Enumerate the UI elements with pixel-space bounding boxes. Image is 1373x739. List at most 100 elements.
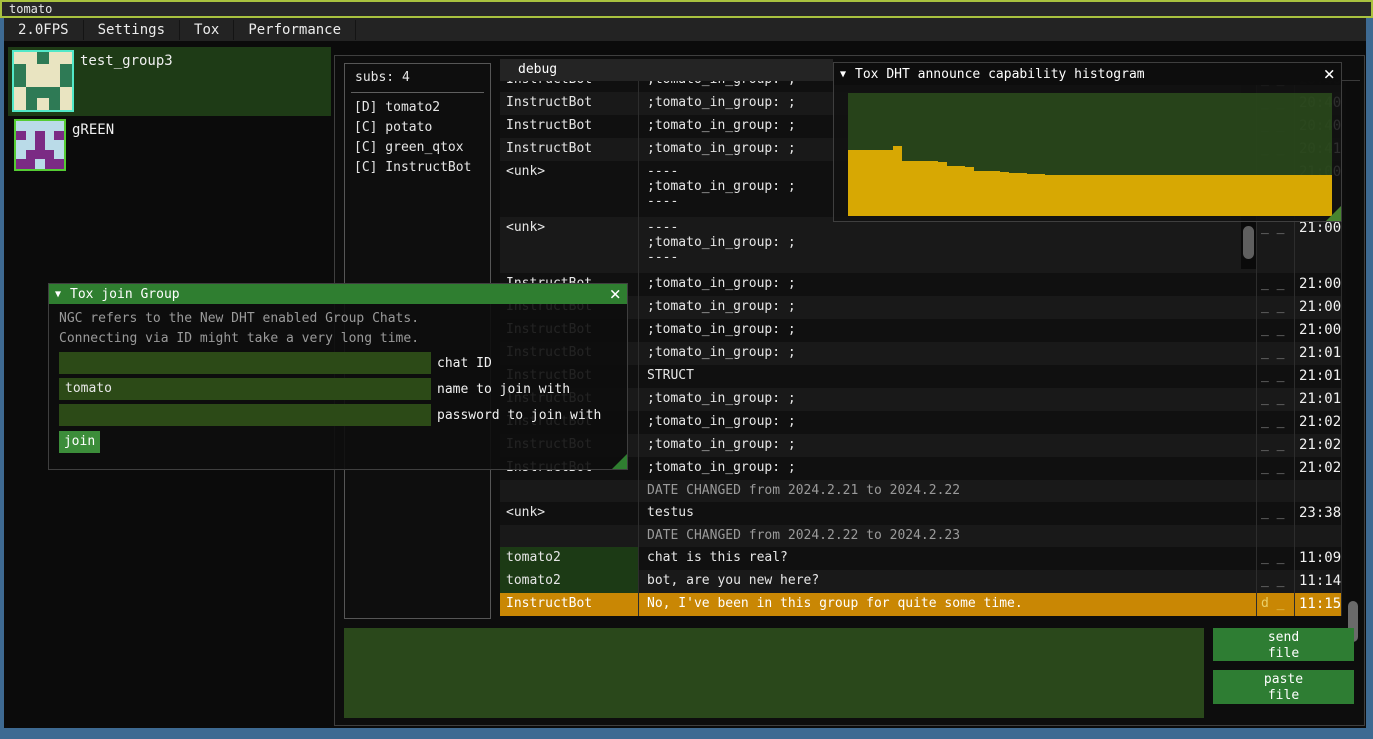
avatar-pixel bbox=[49, 98, 61, 110]
histogram-bar bbox=[848, 150, 857, 216]
avatar-pixel bbox=[35, 131, 45, 141]
histogram-bar bbox=[857, 150, 866, 216]
avatar-pixel bbox=[26, 64, 38, 76]
menu-settings[interactable]: Settings bbox=[84, 20, 180, 40]
chat-message-row[interactable]: tomato2chat is this real?_ _11:09 bbox=[500, 547, 1342, 570]
avatar-pixel bbox=[54, 159, 64, 169]
message-text: chat is this real? bbox=[638, 547, 1241, 570]
member-item-green_qtox[interactable]: [C] green_qtox bbox=[354, 138, 490, 158]
avatar-pixel bbox=[26, 159, 36, 169]
histogram-bar bbox=[1207, 175, 1216, 216]
avatar-pixel bbox=[14, 87, 26, 99]
group-avatar bbox=[14, 119, 66, 171]
date-change-row[interactable]: DATE CHANGED from 2024.2.22 to 2024.2.23 bbox=[500, 525, 1342, 547]
message-timestamp: 23:38 bbox=[1294, 502, 1342, 525]
message-text: ;tomato_in_group: ; bbox=[638, 342, 1241, 365]
message-text: bot, are you new here? bbox=[638, 570, 1241, 593]
resize-grip-icon[interactable] bbox=[612, 454, 627, 469]
message-sender: InstructBot bbox=[500, 81, 638, 92]
message-input[interactable] bbox=[344, 628, 1204, 718]
date-change-row[interactable]: DATE CHANGED from 2024.2.21 to 2024.2.22 bbox=[500, 480, 1342, 502]
avatar-pixel bbox=[49, 52, 61, 64]
message-text: ;tomato_in_group: ; bbox=[638, 457, 1241, 480]
message-text: ;tomato_in_group: ; bbox=[638, 434, 1241, 457]
avatar-pixel bbox=[54, 121, 64, 131]
message-text: DATE CHANGED from 2024.2.22 to 2024.2.23 bbox=[638, 525, 1241, 547]
message-timestamp: 21:00 bbox=[1294, 217, 1342, 273]
close-icon[interactable]: × bbox=[610, 287, 621, 301]
histogram-bar bbox=[1108, 175, 1117, 216]
join-input-chat-ID[interactable] bbox=[59, 352, 431, 374]
join-input-name-to-join-with[interactable]: tomato bbox=[59, 378, 431, 400]
resize-grip-icon[interactable] bbox=[1326, 206, 1341, 221]
avatar-pixel bbox=[26, 87, 38, 99]
avatar-pixel bbox=[26, 150, 36, 160]
tab-debug[interactable]: debug bbox=[500, 59, 833, 81]
collapse-icon[interactable]: ▼ bbox=[840, 69, 846, 80]
chat-message-row[interactable]: InstructBotNo, I've been in this group f… bbox=[500, 593, 1342, 616]
message-sender: <unk> bbox=[500, 502, 638, 525]
join-field-label: name to join with bbox=[437, 382, 570, 397]
paste-file-button[interactable]: paste file bbox=[1213, 670, 1354, 704]
join-group-window: ▼ Tox join Group × NGC refers to the New… bbox=[48, 283, 628, 470]
avatar-pixel bbox=[16, 121, 26, 131]
member-item-potato[interactable]: [C] potato bbox=[354, 118, 490, 138]
message-status-flags: _ _ bbox=[1256, 319, 1294, 342]
join-window-titlebar[interactable]: ▼ Tox join Group × bbox=[49, 284, 627, 304]
message-sender: tomato2 bbox=[500, 570, 638, 593]
histogram-bar bbox=[1243, 175, 1252, 216]
histogram-bar bbox=[893, 146, 902, 216]
message-timestamp: 21:02 bbox=[1294, 457, 1342, 480]
subs-count: subs: 4 bbox=[345, 64, 490, 85]
send-file-button[interactable]: send file bbox=[1213, 628, 1354, 661]
message-text: ;tomato_in_group: ; bbox=[638, 411, 1241, 434]
chat-message-row[interactable]: tomato2bot, are you new here?_ _11:14 bbox=[500, 570, 1342, 593]
message-text: ;tomato_in_group: ; bbox=[638, 296, 1241, 319]
join-help-line-2: Connecting via ID might take a very long… bbox=[59, 331, 419, 346]
histogram-bar bbox=[1036, 174, 1045, 216]
sidebar-group-gREEN[interactable]: gREEN bbox=[8, 116, 331, 172]
join-input-password-to-join-with[interactable] bbox=[59, 404, 431, 426]
histogram-bar bbox=[1305, 175, 1314, 216]
window-border-right bbox=[1366, 18, 1373, 730]
chat-inner-scrollbar-thumb[interactable] bbox=[1243, 226, 1254, 259]
histogram-bar bbox=[1135, 175, 1144, 216]
histogram-bar bbox=[1252, 175, 1261, 216]
avatar-pixel bbox=[60, 64, 72, 76]
chat-scrollbar[interactable] bbox=[1346, 81, 1360, 619]
avatar-pixel bbox=[14, 52, 26, 64]
avatar-pixel bbox=[37, 64, 49, 76]
histogram-bar bbox=[1162, 175, 1171, 216]
avatar-pixel bbox=[45, 140, 55, 150]
message-sender bbox=[500, 525, 638, 547]
menu-tox[interactable]: Tox bbox=[180, 20, 234, 40]
sidebar-group-test_group3[interactable]: test_group3 bbox=[8, 47, 331, 116]
message-text: DATE CHANGED from 2024.2.21 to 2024.2.22 bbox=[638, 480, 1241, 502]
histogram-bar bbox=[911, 161, 920, 216]
message-timestamp: 21:00 bbox=[1294, 273, 1342, 296]
message-status-flags bbox=[1256, 480, 1294, 502]
histogram-bar bbox=[983, 171, 992, 217]
avatar-pixel bbox=[54, 150, 64, 160]
histogram-bar bbox=[1099, 175, 1108, 216]
close-icon[interactable]: × bbox=[1324, 67, 1335, 81]
histogram-bar bbox=[1234, 175, 1243, 216]
member-item-InstructBot[interactable]: [C] InstructBot bbox=[354, 158, 490, 178]
message-sender: tomato2 bbox=[500, 547, 638, 570]
message-sender: InstructBot bbox=[500, 115, 638, 138]
avatar-pixel bbox=[37, 75, 49, 87]
chat-message-row[interactable]: <unk>---- ;tomato_in_group: ; ----_ _21:… bbox=[500, 217, 1342, 273]
histogram-bar bbox=[1153, 175, 1162, 216]
histogram-window-titlebar[interactable]: ▼ Tox DHT announce capability histogram … bbox=[834, 63, 1341, 85]
avatar-pixel bbox=[16, 150, 26, 160]
member-item-tomato2[interactable]: [D] tomato2 bbox=[354, 98, 490, 118]
window-titlebar[interactable]: tomato bbox=[0, 0, 1373, 18]
chat-message-row[interactable]: <unk>testus_ _23:38 bbox=[500, 502, 1342, 525]
menu-performance[interactable]: Performance bbox=[234, 20, 356, 40]
histogram-bar bbox=[1126, 175, 1135, 216]
join-button[interactable]: join bbox=[59, 431, 100, 453]
collapse-icon[interactable]: ▼ bbox=[55, 289, 61, 300]
message-text: No, I've been in this group for quite so… bbox=[638, 593, 1241, 616]
histogram-bar bbox=[1296, 175, 1305, 216]
histogram-bar bbox=[1009, 173, 1018, 216]
